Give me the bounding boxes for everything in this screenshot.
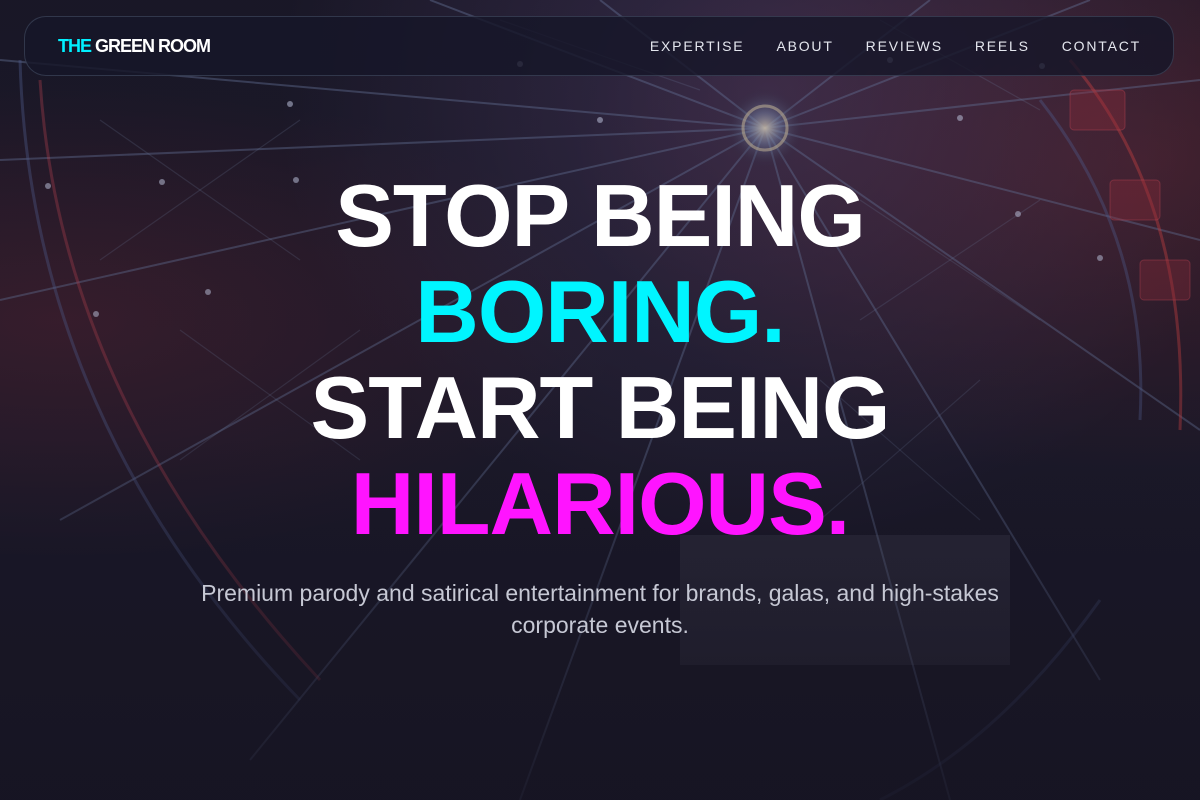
headline-line-3: START BEING [310, 358, 891, 457]
hero-subtitle: Premium parody and satirical entertainme… [201, 580, 999, 638]
nav-link-contact[interactable]: CONTACT [1062, 38, 1141, 54]
headline-line-2: BORING. [415, 262, 785, 361]
hero-headline: STOP BEING BORING. START BEING HILARIOUS… [0, 168, 1200, 552]
hero-section: THE GREEN ROOM EXPERTISE ABOUT REVIEWS R… [0, 0, 1200, 800]
logo-accent-text: THE [58, 35, 92, 56]
brand-logo[interactable]: THE GREEN ROOM [58, 35, 211, 57]
headline-line-4: HILARIOUS. [350, 454, 850, 553]
top-navbar: THE GREEN ROOM EXPERTISE ABOUT REVIEWS R… [24, 16, 1174, 76]
nav-menu: EXPERTISE ABOUT REVIEWS REELS CONTACT [650, 38, 1141, 54]
nav-link-reels[interactable]: REELS [975, 38, 1030, 54]
logo-main-text: GREEN ROOM [95, 35, 211, 56]
nav-link-expertise[interactable]: EXPERTISE [650, 38, 745, 54]
headline-line-1: STOP BEING [335, 166, 866, 265]
nav-link-about[interactable]: ABOUT [776, 38, 833, 54]
nav-link-reviews[interactable]: REVIEWS [866, 38, 943, 54]
